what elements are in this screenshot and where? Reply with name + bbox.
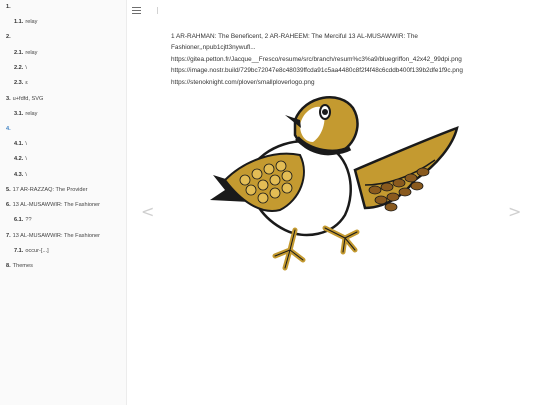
toc-item-label: relay [25, 19, 38, 25]
toc-item-number: 1. [6, 4, 11, 10]
toc-item[interactable]: 7. 13 AL-MUSAWWIR: The Fashioner [6, 232, 100, 240]
toc-item[interactable]: 2.1. relay [14, 49, 37, 57]
toc-item[interactable]: 4.2. \ [14, 155, 27, 163]
toc-item-number: 6. [6, 202, 11, 208]
content-link[interactable]: https://gitea.petton.fr/Jacque__Fresco/r… [171, 54, 501, 65]
toc-item-number: 2.2. [14, 65, 24, 71]
prev-chapter-button[interactable]: < [141, 200, 154, 224]
toc-item[interactable]: 5. 17 AR-RAZZAQ: The Provider [6, 186, 88, 194]
toc-item-number: 5. [6, 187, 11, 193]
toc-item-label: \ [25, 172, 27, 178]
toc-item[interactable]: 1. [6, 3, 13, 11]
toc-item-number: 7. [6, 233, 11, 239]
toc-item-label: \ [25, 156, 27, 162]
toc-item-label: ε [25, 80, 28, 86]
toc-item-label: Themes [12, 263, 33, 269]
toc-item-number: 7.1. [14, 248, 24, 254]
toc-item[interactable]: 4.1. \ [14, 140, 27, 148]
toc-item-number: 2.3. [14, 80, 24, 86]
toc-item-number: 3.1. [14, 111, 24, 117]
plover-bird-image [210, 96, 459, 271]
next-chapter-button[interactable]: > [508, 200, 521, 224]
content-line: 1 AR-RAHMAN: The Beneficent, 2 AR-RAHEEM… [171, 33, 418, 40]
toc-item-label: ?? [25, 217, 32, 223]
toc-item-number: 3. [6, 96, 11, 102]
toc-item-label: occur-[...] [25, 248, 49, 254]
toc-item-number: 2.1. [14, 50, 24, 56]
toc-item-label: \ [25, 65, 27, 71]
toc-item-label: 13 AL-MUSAWWIR: The Fashioner [12, 233, 101, 239]
search-icon[interactable] [155, 6, 161, 15]
toc-item[interactable]: 1.1. relay [14, 18, 37, 26]
toc-item-number: 2. [6, 34, 11, 40]
toc-item[interactable]: 7.1. occur-[...] [14, 247, 49, 255]
toc-item[interactable]: 4. [6, 125, 13, 133]
toc-item[interactable]: 3. u+fdfd, SVG [6, 95, 43, 103]
toc-item[interactable]: 2. [6, 33, 13, 41]
toc-item[interactable]: 2.2. \ [14, 64, 27, 72]
toc-item[interactable]: 6.1.?? [14, 216, 32, 224]
toc-item-number: 6.1. [14, 217, 24, 223]
toc-item-label: u+fdfd, SVG [12, 96, 44, 102]
toc-item-number: 4.1. [14, 141, 24, 147]
toc-item[interactable]: 2.3. ε [14, 79, 28, 87]
toc-item-label: relay [25, 111, 38, 117]
toc-item-number: 4. [6, 126, 11, 132]
sidebar-toc: 1. 1.1. relay 2. 2.1. relay 2.2. \ 2.3. ε 3. u+fdfd… [0, 0, 127, 405]
toc-item-number: 8. [6, 263, 11, 269]
toc-item-number: 4.3. [14, 172, 24, 178]
hamburger-icon[interactable] [132, 6, 142, 15]
content-line: Fashioner,,npub1cjtt3nywufl... [171, 44, 256, 52]
toc-item-label: relay [25, 50, 38, 56]
app: 1. 1.1. relay 2. 2.1. relay 2.2. \ 2.3. ε 3. u+fdfd… [0, 0, 540, 405]
toc-item-number: 1.1. [14, 19, 24, 25]
toc-item-label: 13 AL-MUSAWWIR: The Fashioner [12, 202, 101, 208]
chapter-content: 1 AR-RAHMAN: The Beneficent, 2 AR-RAHEEM… [171, 31, 501, 88]
content-link[interactable]: https://stenoknight.com/plover/smallplov… [171, 77, 501, 88]
toc-item[interactable]: 4.3. \ [14, 171, 27, 179]
toc-item[interactable]: 3.1. relay [14, 110, 37, 118]
toc-item[interactable]: 6. 13 AL-MUSAWWIR: The Fashioner [6, 201, 100, 209]
toc-item-number: 4.2. [14, 156, 24, 162]
content-link[interactable]: https://image.nostr.build/729bc72047e8c4… [171, 65, 501, 76]
toc-item[interactable]: 8. Themes [6, 262, 33, 270]
toc-item-label: 17 AR-RAZZAQ: The Provider [12, 187, 88, 193]
toc-item-label: \ [25, 141, 27, 147]
